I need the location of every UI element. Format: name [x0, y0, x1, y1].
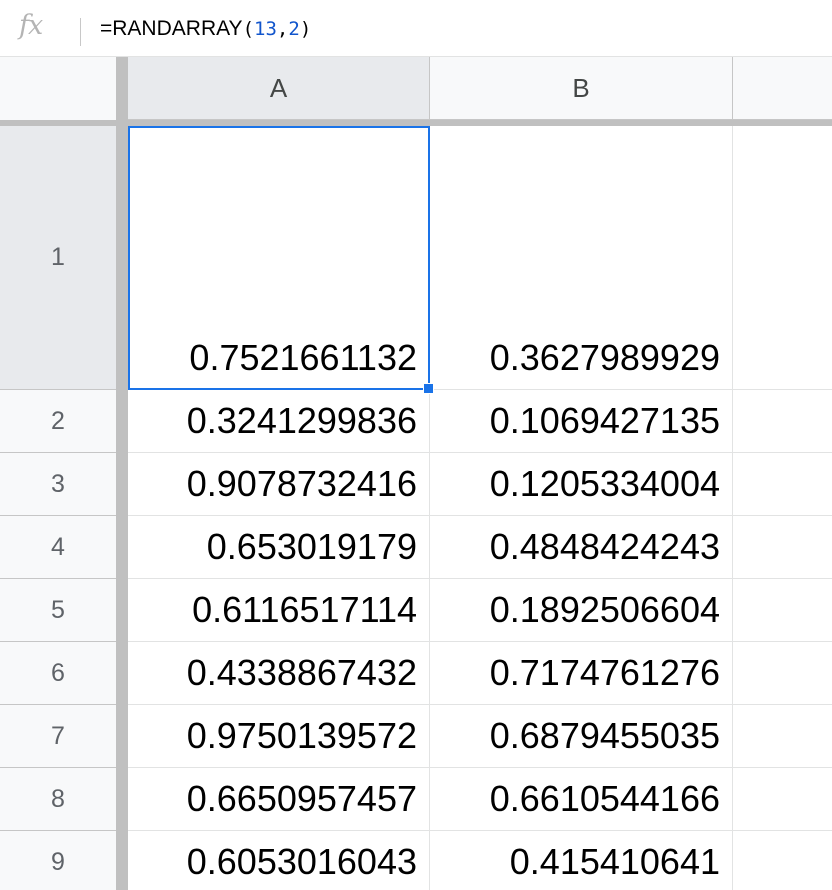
row-header[interactable]: 3: [0, 453, 116, 516]
cell-a3[interactable]: 0.9078732416: [128, 453, 430, 516]
cell-c6[interactable]: [733, 642, 832, 705]
frozen-header-divider[interactable]: [0, 120, 128, 126]
cell-a5[interactable]: 0.6116517114: [128, 579, 430, 642]
cell-c2[interactable]: [733, 390, 832, 453]
formula-input[interactable]: =RANDARRAY(13,2): [100, 17, 311, 41]
cell-a7[interactable]: 0.9750139572: [128, 705, 430, 768]
cell-a1[interactable]: 0.7521661132: [128, 126, 430, 390]
column-header-a[interactable]: A: [128, 57, 430, 120]
function-icon: fx: [19, 10, 43, 41]
formula-arg-rows: 13: [254, 18, 277, 40]
cell-c8[interactable]: [733, 768, 832, 831]
formula-bar-divider: [80, 18, 81, 46]
cell-c3[interactable]: [733, 453, 832, 516]
cell-b6[interactable]: 0.7174761276: [430, 642, 733, 705]
row-header[interactable]: 1: [0, 126, 116, 390]
cell-b7[interactable]: 0.6879455035: [430, 705, 733, 768]
column-header-c[interactable]: [733, 57, 832, 120]
cell-b8[interactable]: 0.6610544166: [430, 768, 733, 831]
select-all-corner[interactable]: [0, 57, 116, 120]
cell-c9[interactable]: [733, 831, 832, 890]
formula-open-paren: (: [242, 18, 255, 40]
row-header[interactable]: 6: [0, 642, 116, 705]
cell-c1[interactable]: [733, 126, 832, 390]
row-header[interactable]: 8: [0, 768, 116, 831]
formula-close-paren: ): [299, 18, 312, 40]
cell-c7[interactable]: [733, 705, 832, 768]
row-header[interactable]: 2: [0, 390, 116, 453]
cell-b5[interactable]: 0.1892506604: [430, 579, 733, 642]
row-header[interactable]: 5: [0, 579, 116, 642]
formula-function-name: =RANDARRAY: [100, 17, 243, 40]
cell-a9[interactable]: 0.6053016043: [128, 831, 430, 890]
cell-c4[interactable]: [733, 516, 832, 579]
formula-bar: fx =RANDARRAY(13,2): [0, 0, 832, 57]
fill-handle[interactable]: [423, 383, 434, 394]
cell-b4[interactable]: 0.4848424243: [430, 516, 733, 579]
row-header[interactable]: 9: [0, 831, 116, 890]
cell-a2[interactable]: 0.3241299836: [128, 390, 430, 453]
formula-comma: ,: [276, 18, 289, 40]
cell-a4[interactable]: 0.653019179: [128, 516, 430, 579]
cell-c5[interactable]: [733, 579, 832, 642]
spreadsheet: fx =RANDARRAY(13,2) A B 1 0.7521661132 0.3…: [0, 0, 832, 890]
cell-b1[interactable]: 0.3627989929: [430, 126, 733, 390]
cell-a8[interactable]: 0.6650957457: [128, 768, 430, 831]
column-header-b[interactable]: B: [430, 57, 733, 120]
row-header[interactable]: 7: [0, 705, 116, 768]
cell-b9[interactable]: 0.415410641: [430, 831, 733, 890]
formula-arg-columns: 2: [288, 18, 300, 40]
cell-a6[interactable]: 0.4338867432: [128, 642, 430, 705]
cell-b2[interactable]: 0.1069427135: [430, 390, 733, 453]
frozen-column-divider[interactable]: [116, 57, 128, 890]
cell-b3[interactable]: 0.1205334004: [430, 453, 733, 516]
row-header[interactable]: 4: [0, 516, 116, 579]
